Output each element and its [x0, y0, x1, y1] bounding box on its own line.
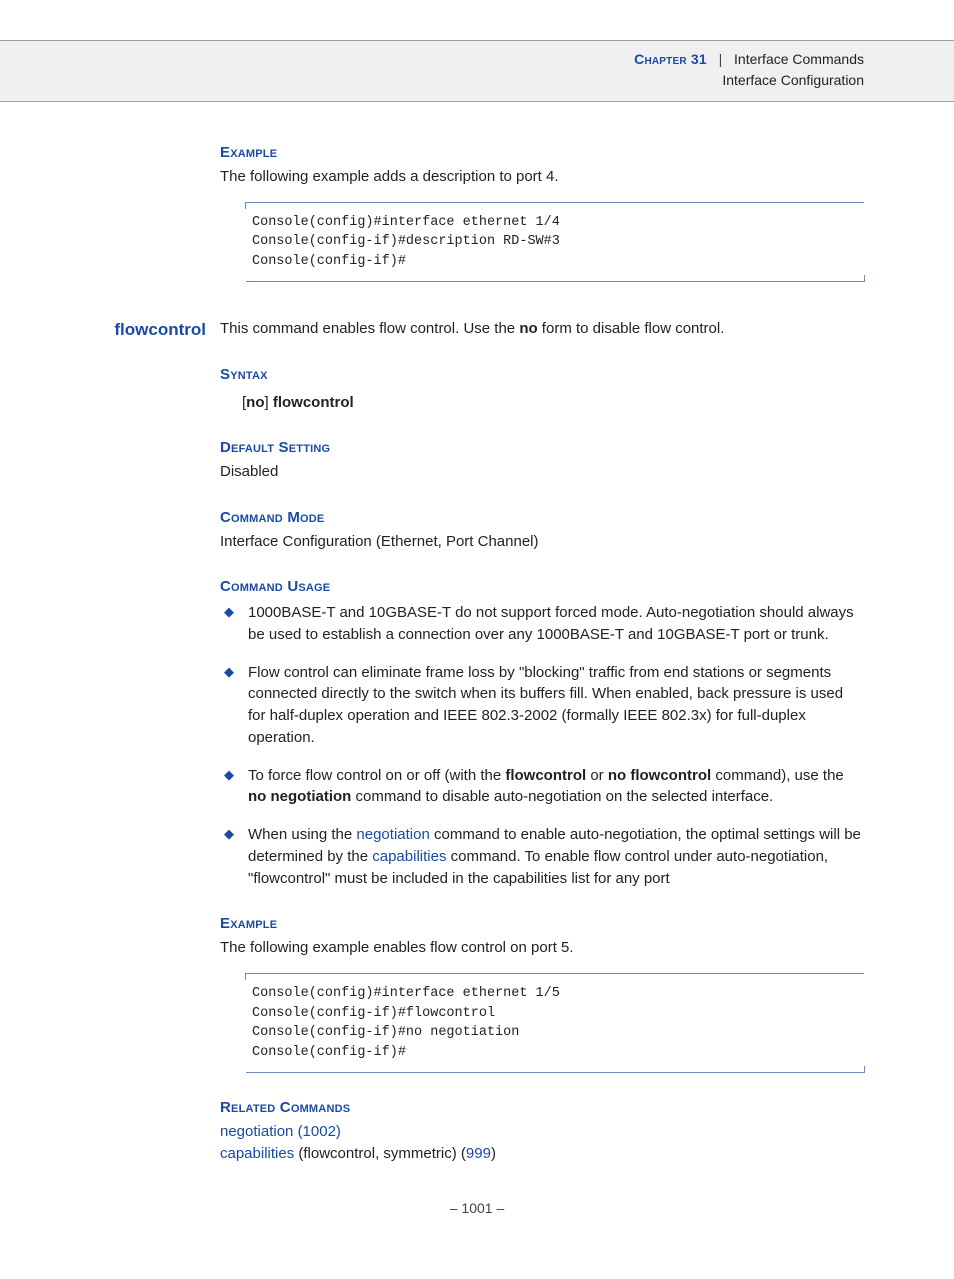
usage-b3-c: command), use the	[711, 767, 844, 784]
page-body: Example The following example adds a des…	[0, 102, 954, 1279]
usage-b3-b: or	[586, 767, 608, 784]
list-item: To force flow control on or off (with th…	[220, 765, 864, 809]
usage-b4-a: When using the	[248, 826, 356, 843]
page-header: Chapter 31 | Interface Commands Interfac…	[0, 40, 954, 102]
list-item: When using the negotiation command to en…	[220, 824, 864, 889]
syntax-cmd: flowcontrol	[273, 394, 354, 411]
command-name: flowcontrol	[114, 320, 206, 339]
usage-heading: Command Usage	[220, 576, 864, 598]
chapter-label: Chapter 31	[634, 51, 707, 67]
related-close: )	[491, 1145, 496, 1162]
usage-b3-d: command to disable auto-negotiation on t…	[351, 788, 773, 805]
usage-link-negotiation[interactable]: negotiation	[356, 826, 429, 843]
intro-bold-no: no	[519, 320, 537, 337]
related-heading: Related Commands	[220, 1097, 864, 1119]
related-link-page[interactable]: 999	[466, 1145, 491, 1162]
related-link-capabilities[interactable]: capabilities	[220, 1145, 294, 1162]
related-line-1: negotiation (1002)	[220, 1121, 864, 1143]
default-value: Disabled	[220, 461, 864, 483]
usage-b3-a: To force flow control on or off (with th…	[248, 767, 505, 784]
intro-text-a: This command enables flow control. Use t…	[220, 320, 519, 337]
related-line-2: capabilities (flowcontrol, symmetric) (9…	[220, 1143, 864, 1165]
example-text: The following example adds a description…	[220, 166, 864, 188]
header-subsection: Interface Configuration	[0, 70, 864, 91]
related-text: (flowcontrol, symmetric) (	[294, 1145, 466, 1162]
bracket-close: ]	[265, 394, 273, 411]
usage-b3-bold1: flowcontrol	[505, 767, 586, 784]
header-section: Interface Commands	[734, 51, 864, 67]
default-heading: Default Setting	[220, 437, 864, 459]
list-item: Flow control can eliminate frame loss by…	[220, 662, 864, 749]
usage-b3-bold2: no flowcontrol	[608, 767, 711, 784]
usage-b1: 1000BASE-T and 10GBASE-T do not support …	[248, 604, 854, 643]
mode-heading: Command Mode	[220, 507, 864, 529]
related-link-negotiation[interactable]: negotiation (1002)	[220, 1123, 341, 1140]
intro-text-b: form to disable flow control.	[538, 320, 725, 337]
example-heading: Example	[220, 142, 864, 164]
mode-value: Interface Configuration (Ethernet, Port …	[220, 531, 864, 553]
page-footer: – 1001 –	[90, 1198, 864, 1218]
syntax-line: [no] flowcontrol	[242, 392, 864, 414]
usage-b3-bold3: no negotiation	[248, 788, 351, 805]
syntax-heading: Syntax	[220, 364, 864, 386]
command-intro: This command enables flow control. Use t…	[220, 318, 864, 340]
code-block: Console(config)#interface ethernet 1/5 C…	[246, 973, 864, 1073]
usage-list: 1000BASE-T and 10GBASE-T do not support …	[220, 602, 864, 889]
code-block: Console(config)#interface ethernet 1/4 C…	[246, 202, 864, 283]
example-heading: Example	[220, 913, 864, 935]
list-item: 1000BASE-T and 10GBASE-T do not support …	[220, 602, 864, 646]
usage-b2: Flow control can eliminate frame loss by…	[248, 664, 843, 746]
example-text: The following example enables flow contr…	[220, 937, 864, 959]
usage-link-capabilities[interactable]: capabilities	[372, 848, 446, 865]
syntax-no: no	[246, 394, 264, 411]
separator: |	[715, 51, 726, 67]
